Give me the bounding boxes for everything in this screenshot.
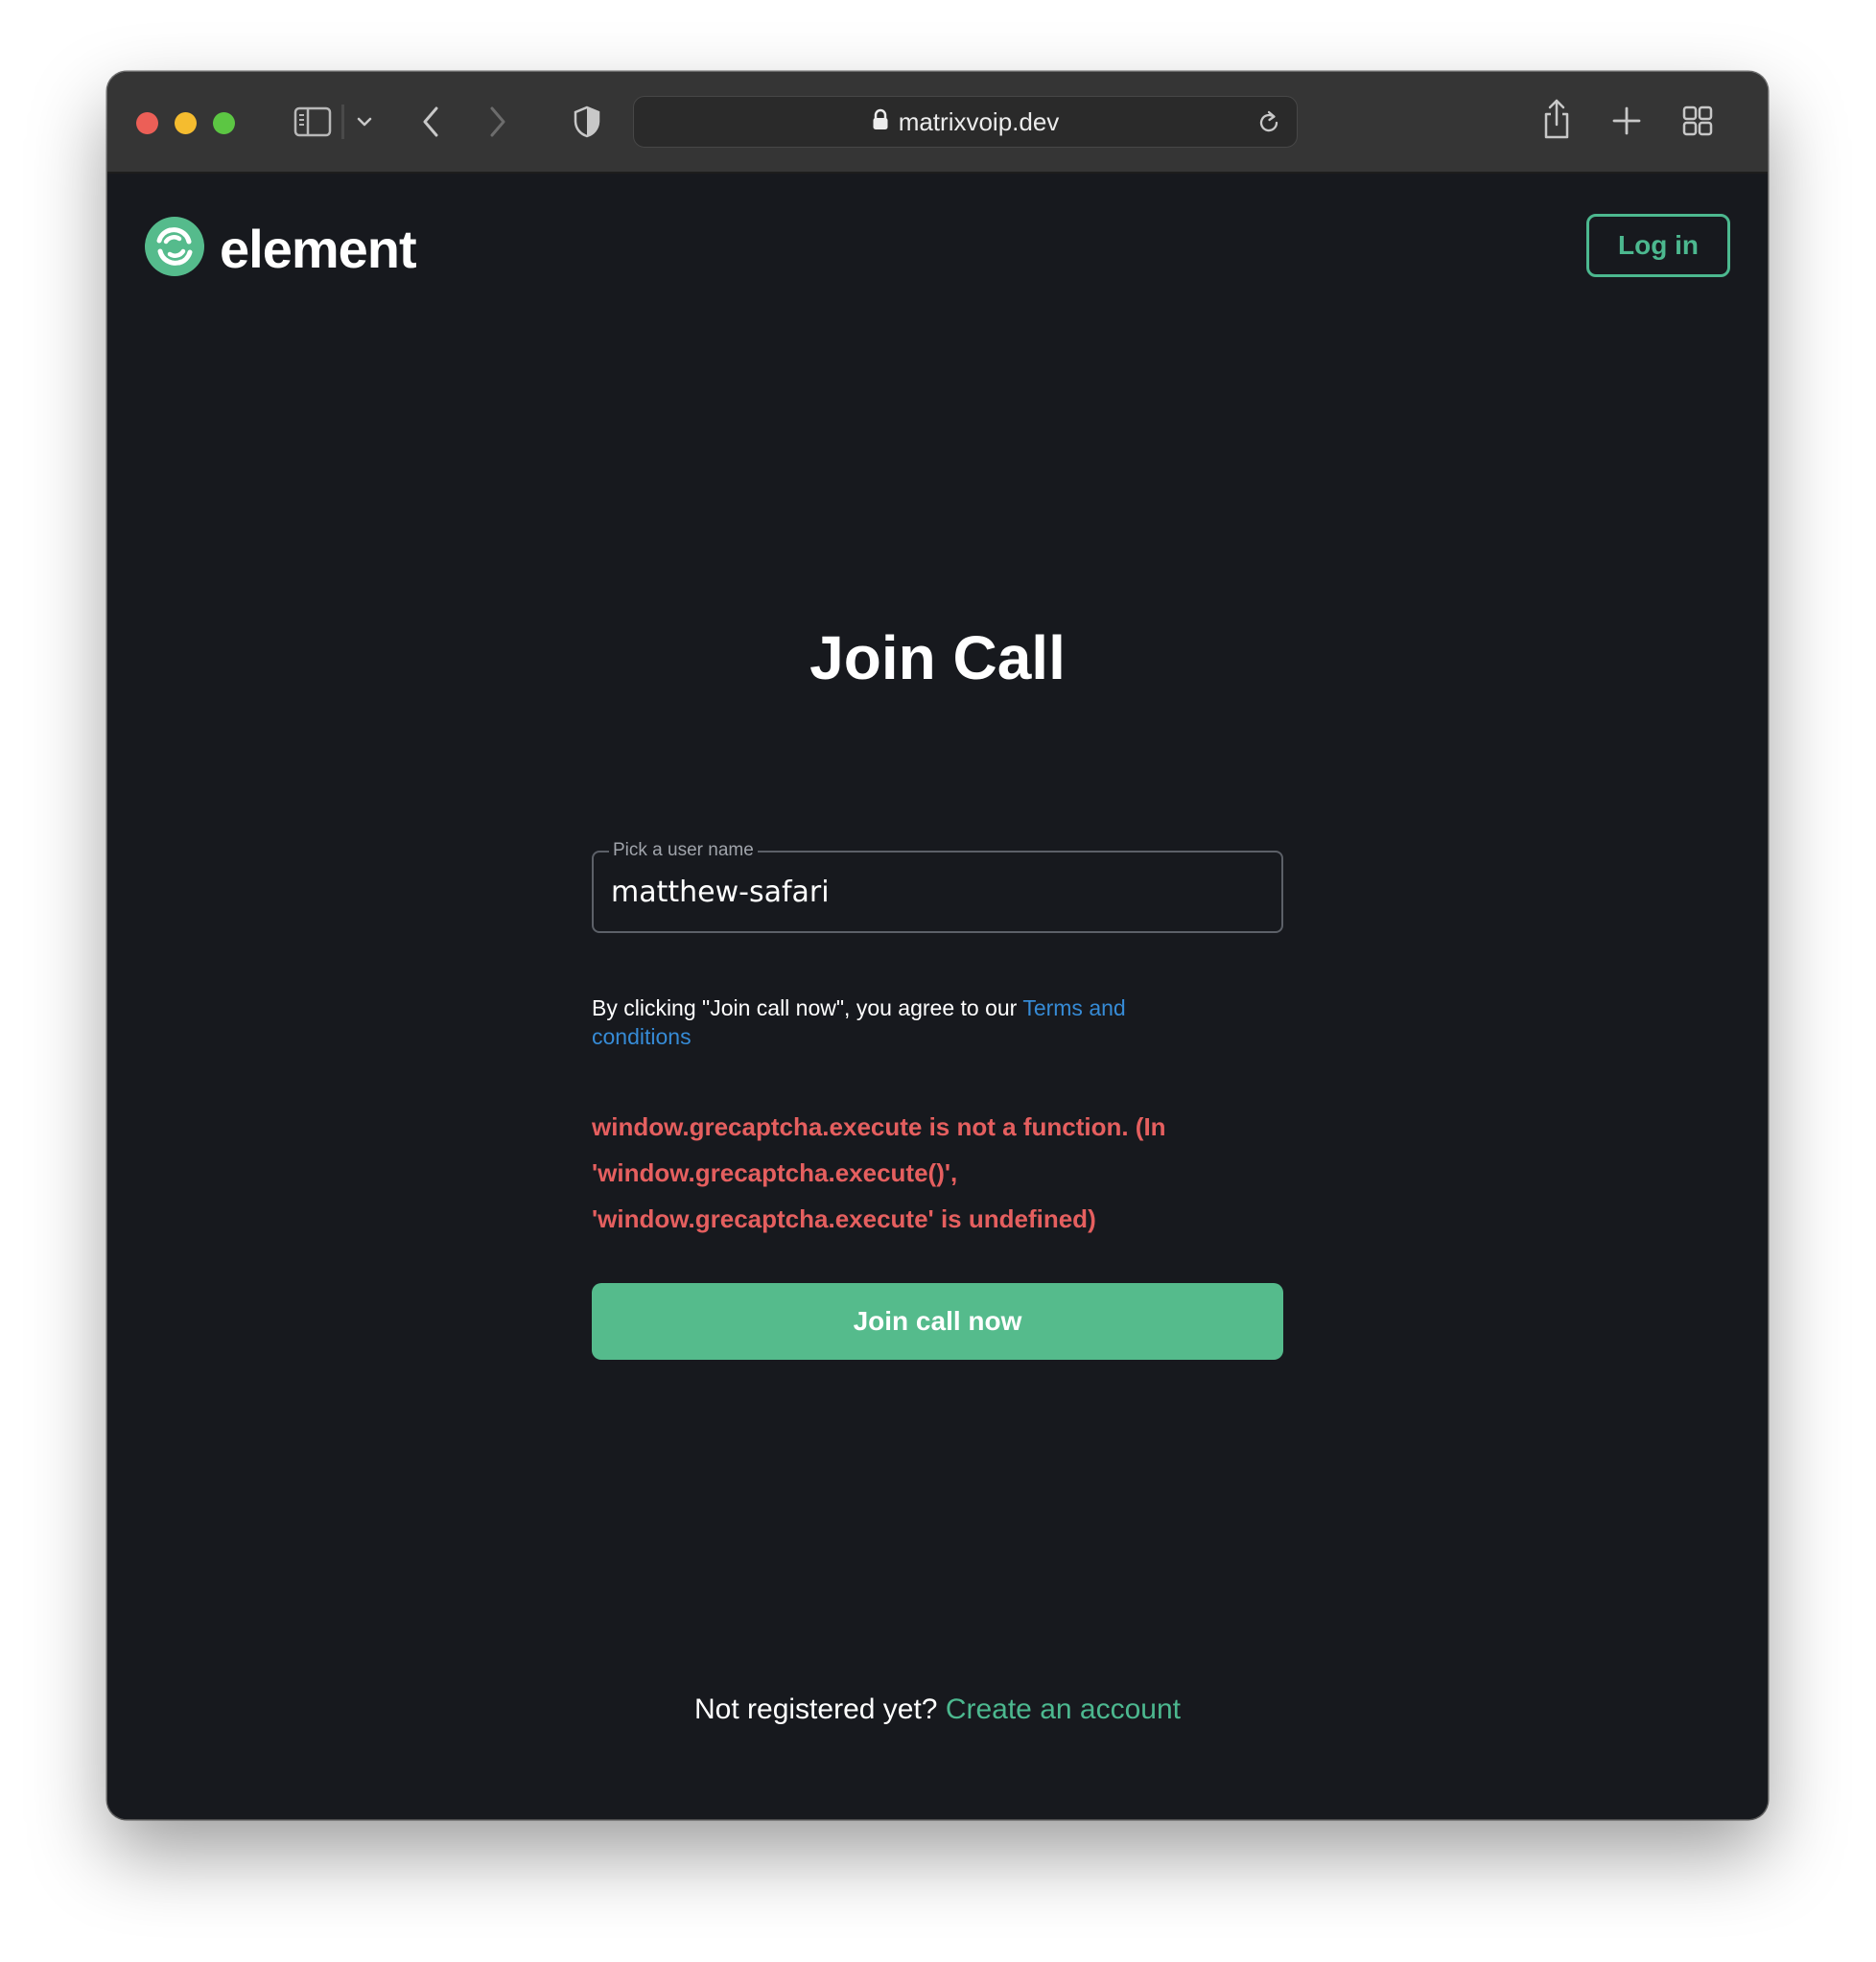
create-account-link[interactable]: Create an account — [946, 1693, 1181, 1725]
minimize-window-button[interactable] — [175, 112, 197, 134]
error-line: window.grecaptcha.execute is not a funct… — [592, 1112, 1166, 1141]
reload-icon[interactable] — [1256, 109, 1281, 141]
register-prompt-text: Not registered yet? — [694, 1693, 946, 1725]
error-line: 'window.grecaptcha.execute' is undefined… — [592, 1204, 1096, 1233]
join-call-button[interactable]: Join call now — [592, 1283, 1283, 1360]
page-title: Join Call — [809, 623, 1066, 692]
element-logo-icon — [145, 217, 204, 281]
toolbar-divider — [341, 105, 344, 139]
plus-icon[interactable] — [1611, 105, 1642, 137]
login-button[interactable]: Log in — [1586, 214, 1730, 277]
username-field[interactable]: Pick a user name matthew-safari — [592, 840, 1283, 933]
error-message: window.grecaptcha.execute is not a funct… — [592, 1104, 1244, 1242]
shield-icon[interactable] — [570, 103, 604, 141]
brand-name: element — [220, 219, 417, 279]
address-bar[interactable]: matrixvoip.dev — [633, 96, 1298, 148]
tab-overview-icon[interactable] — [1681, 105, 1714, 137]
terms-text: By clicking "Join call now", you agree t… — [592, 995, 1023, 1020]
address-url: matrixvoip.dev — [898, 106, 1060, 136]
close-window-button[interactable] — [136, 112, 158, 134]
back-icon[interactable] — [416, 103, 445, 141]
error-line: 'window.grecaptcha.execute()', — [592, 1158, 958, 1187]
username-label: Pick a user name — [609, 840, 758, 861]
lock-icon — [872, 108, 889, 136]
share-icon[interactable] — [1540, 97, 1573, 141]
zoom-window-button[interactable] — [213, 112, 235, 134]
brand[interactable]: element — [145, 217, 417, 281]
browser-window: matrixvoip.dev element Log in Join Call … — [107, 72, 1768, 1819]
forward-icon[interactable] — [483, 103, 512, 141]
terms-notice: By clicking "Join call now", you agree t… — [592, 993, 1206, 1051]
page-content: element Log in Join Call Pick a user nam… — [107, 174, 1768, 1819]
username-input[interactable]: matthew-safari — [611, 876, 830, 910]
browser-toolbar: matrixvoip.dev — [107, 72, 1768, 174]
sidebar-icon[interactable] — [293, 105, 333, 139]
chevron-down-icon[interactable] — [352, 108, 377, 135]
register-prompt: Not registered yet? Create an account — [107, 1691, 1768, 1729]
